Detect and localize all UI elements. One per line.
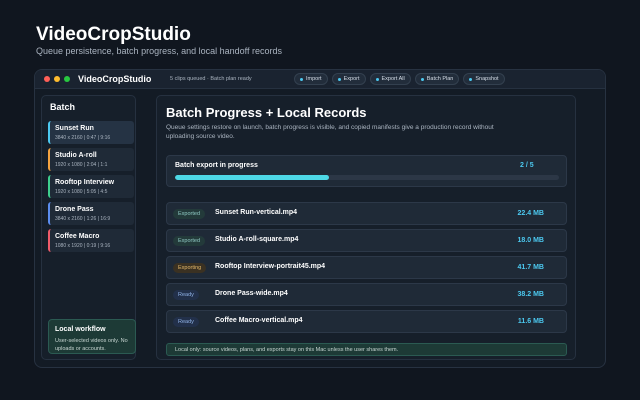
status-badge: Exported [173, 236, 206, 246]
minimize-window-icon[interactable] [54, 76, 60, 82]
hero-subtitle: Queue persistence, batch progress, and l… [36, 46, 282, 56]
clip-meta: 3840 x 2160 | 0:47 | 9:16 [55, 135, 111, 141]
clip-meta: 1920 x 1080 | 2:04 | 1:1 [55, 162, 108, 168]
hero-title: VideoCropStudio [36, 24, 191, 45]
local-only-notice: Local only: source videos, plans, and ex… [166, 343, 567, 356]
status-badge: Exported [173, 209, 206, 219]
clip-meta: 1080 x 1920 | 0:19 | 9:16 [55, 243, 111, 249]
progress-bar [175, 175, 559, 180]
file-size: 11.6 MB [517, 318, 544, 325]
record-row[interactable]: Ready Drone Pass-wide.mp4 38.2 MB [166, 283, 567, 306]
progress-label: Batch export in progress [175, 162, 258, 169]
file-size: 22.4 MB [517, 210, 544, 217]
clip-name: Sunset Run [55, 125, 94, 132]
file-size: 18.0 MB [517, 237, 544, 244]
dot-icon [420, 77, 424, 81]
status-badge: Exporting [173, 263, 207, 273]
local-workflow-text: User-selected videos only. No uploads or… [55, 338, 128, 352]
status-badge: Ready [173, 290, 199, 300]
file-size: 41.7 MB [517, 264, 544, 271]
record-row[interactable]: Exported Sunset Run-vertical.mp4 22.4 MB [166, 202, 567, 225]
dot-icon [337, 77, 341, 81]
dot-icon [469, 77, 473, 81]
record-row[interactable]: Exporting Rooftop Interview-portrait45.m… [166, 256, 567, 279]
local-workflow-title: Local workflow [55, 326, 106, 333]
title-bar: VideoCropStudio 5 clips queued · Batch p… [35, 70, 605, 89]
sidebar-clip-coffee-macro[interactable]: Coffee Macro 1080 x 1920 | 0:19 | 9:16 [48, 229, 134, 252]
snapshot-button[interactable]: Snapshot [463, 73, 505, 85]
zoom-window-icon[interactable] [64, 76, 70, 82]
record-row[interactable]: Exported Studio A-roll-square.mp4 18.0 M… [166, 229, 567, 252]
file-name: Drone Pass-wide.mp4 [215, 290, 288, 297]
record-row[interactable]: Ready Coffee Macro-vertical.mp4 11.6 MB [166, 310, 567, 333]
progress-count: 2 / 5 [520, 162, 534, 169]
clip-name: Studio A-roll [55, 152, 97, 159]
batch-plan-button-label: Batch Plan [426, 76, 454, 82]
import-button-label: Import [306, 76, 322, 82]
export-button[interactable]: Export [331, 73, 366, 85]
toolbar: Import Export Export All Batch Plan Snap… [294, 73, 505, 85]
batch-progress-card: Batch export in progress 2 / 5 [166, 155, 567, 187]
app-name: VideoCropStudio [78, 74, 152, 84]
export-all-button-label: Export All [381, 76, 405, 82]
clip-meta: 1920 x 1080 | 5:05 | 4:5 [55, 189, 108, 195]
sidebar-title: Batch [50, 102, 76, 112]
app-window: VideoCropStudio 5 clips queued · Batch p… [34, 69, 606, 368]
snapshot-button-label: Snapshot [475, 76, 499, 82]
sidebar-clip-studio-a-roll[interactable]: Studio A-roll 1920 x 1080 | 2:04 | 1:1 [48, 148, 134, 171]
file-name: Studio A-roll-square.mp4 [215, 236, 299, 243]
sidebar-clip-sunset-run[interactable]: Sunset Run 3840 x 2160 | 0:47 | 9:16 [48, 121, 134, 144]
progress-bar-fill [175, 175, 329, 180]
main-panel: Batch Progress + Local Records Queue set… [156, 95, 576, 360]
import-button[interactable]: Import [294, 73, 328, 85]
dot-icon [300, 77, 303, 81]
file-size: 38.2 MB [517, 291, 544, 298]
batch-sidebar: Batch Sunset Run 3840 x 2160 | 0:47 | 9:… [41, 95, 136, 360]
page-description: Queue settings restore on launch, batch … [166, 124, 494, 140]
clip-name: Rooftop Interview [55, 179, 115, 186]
file-name: Coffee Macro-vertical.mp4 [215, 317, 303, 324]
export-button-label: Export [343, 76, 360, 82]
status-badge: Ready [173, 317, 199, 327]
local-workflow-card: Local workflow User-selected videos only… [48, 319, 136, 354]
clip-name: Coffee Macro [55, 233, 100, 240]
sidebar-clip-drone-pass[interactable]: Drone Pass 3840 x 2160 | 1:26 | 16:9 [48, 202, 134, 225]
file-name: Rooftop Interview-portrait45.mp4 [215, 263, 326, 270]
file-name: Sunset Run-vertical.mp4 [215, 209, 298, 216]
dot-icon [375, 77, 379, 81]
export-all-button[interactable]: Export All [369, 73, 411, 85]
batch-plan-button[interactable]: Batch Plan [414, 73, 460, 85]
sidebar-clip-rooftop-interview[interactable]: Rooftop Interview 1920 x 1080 | 5:05 | 4… [48, 175, 134, 198]
clip-meta: 3840 x 2160 | 1:26 | 16:9 [55, 216, 111, 222]
page-title: Batch Progress + Local Records [166, 105, 367, 120]
queue-status: 5 clips queued · Batch plan ready [170, 76, 252, 82]
close-window-icon[interactable] [44, 76, 50, 82]
clip-name: Drone Pass [55, 206, 94, 213]
